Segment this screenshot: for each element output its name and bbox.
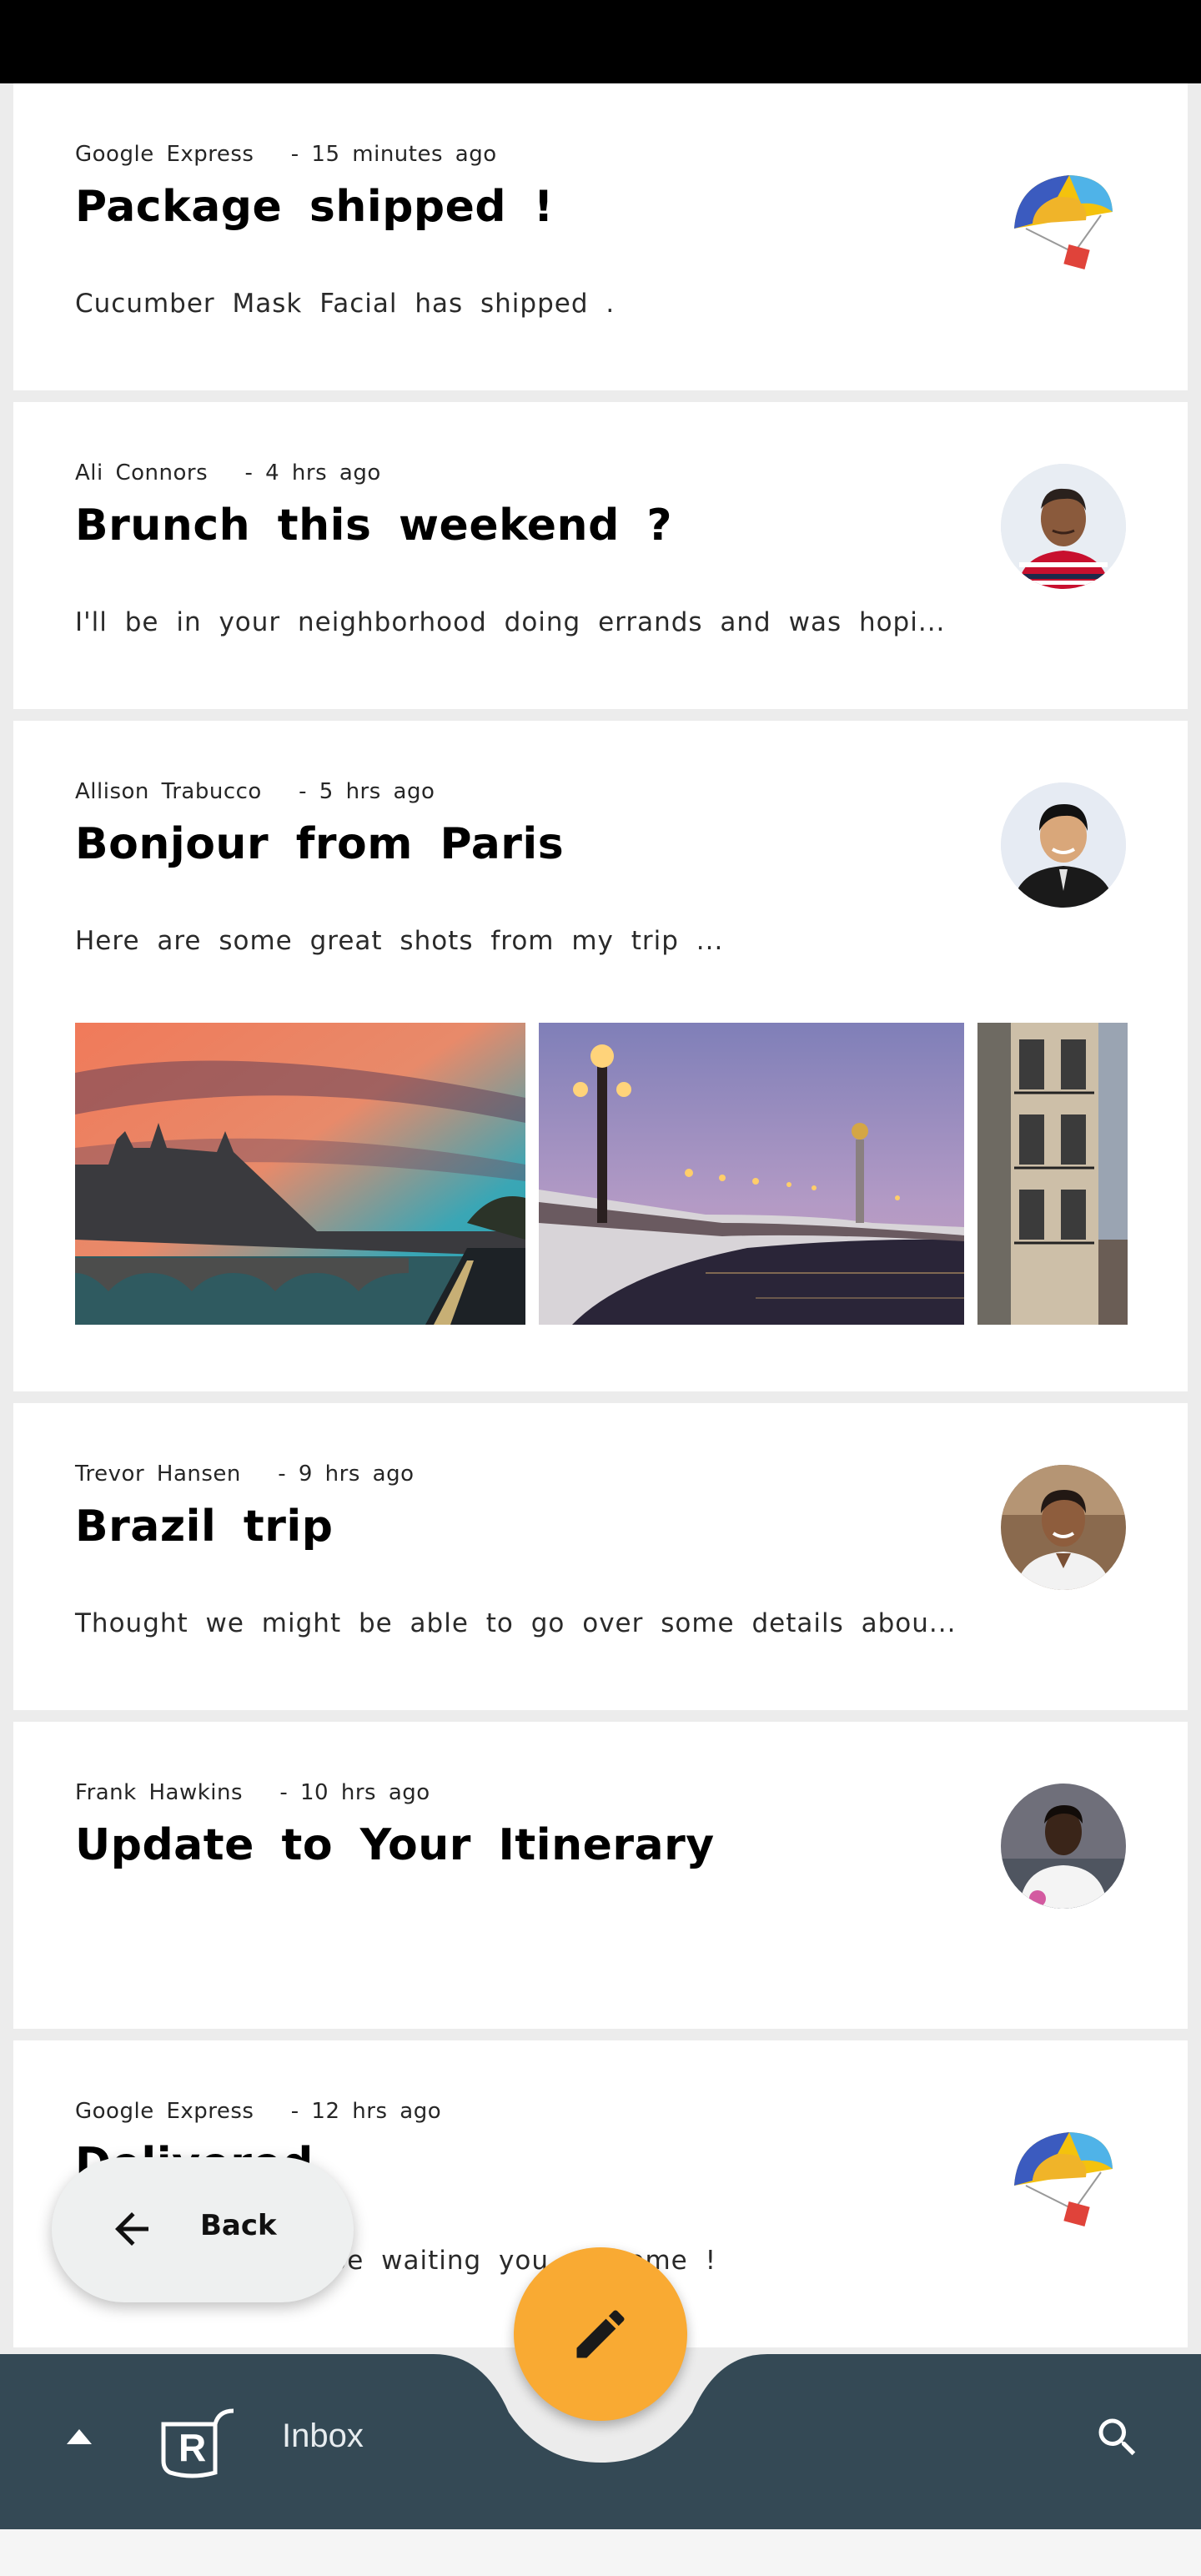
compose-button[interactable]	[514, 2247, 687, 2421]
email-meta: Allison Trabucco - 5 hrs ago	[75, 779, 435, 804]
frank-hawkins-avatar	[1001, 1784, 1126, 1909]
email-sender: Allison Trabucco	[75, 779, 262, 804]
allison-trabucco-avatar	[1001, 782, 1126, 908]
email-time: - 15 minutes ago	[290, 142, 497, 167]
email-card[interactable]: Trevor Hansen - 9 hrs ago Brazil trip Th…	[13, 1403, 1188, 1710]
status-bar	[0, 0, 1201, 83]
email-sender: Google Express	[75, 2099, 254, 2124]
email-preview: Here are some great shots from my trip .…	[75, 926, 724, 956]
email-preview: I'll be in your neighborhood doing erran…	[75, 607, 946, 637]
email-sender: Trevor Hansen	[75, 1462, 241, 1487]
paris-conciergerie-sunset-photo[interactable]	[75, 1023, 525, 1325]
email-meta: Frank Hawkins - 10 hrs ago	[75, 1780, 430, 1805]
pont-alexandre-iii-photo[interactable]	[539, 1023, 964, 1325]
email-sender: Ali Connors	[75, 460, 209, 486]
email-meta: Ali Connors - 4 hrs ago	[75, 460, 381, 486]
email-time: - 4 hrs ago	[244, 460, 381, 486]
email-subject: Package shipped !	[75, 182, 554, 232]
pencil-icon	[576, 2310, 625, 2358]
search-icon[interactable]	[1093, 2412, 1143, 2463]
email-time: - 5 hrs ago	[299, 779, 435, 804]
email-card[interactable]: Allison Trabucco - 5 hrs ago Bonjour fro…	[13, 721, 1188, 1391]
email-card[interactable]: Frank Hawkins - 10 hrs ago Update to You…	[13, 1722, 1188, 2029]
email-card[interactable]: Google Express - 15 minutes ago Package …	[13, 83, 1188, 390]
trevor-hansen-avatar	[1001, 1465, 1126, 1590]
email-subject: Update to Your Itinerary	[75, 1820, 715, 1870]
email-preview: Thought we might be able to go over some…	[75, 1608, 957, 1638]
email-subject: Bonjour from Paris	[75, 819, 565, 869]
email-time: - 9 hrs ago	[278, 1462, 415, 1487]
mailbox-title[interactable]: Inbox	[282, 2418, 364, 2455]
ali-connors-avatar	[1001, 464, 1126, 589]
email-preview: Cucumber Mask Facial has shipped .	[75, 289, 616, 319]
svg-text:R: R	[178, 2426, 206, 2469]
reply-logo-icon: R	[161, 2408, 234, 2478]
arrow-back-icon	[115, 2212, 148, 2246]
expand-drawer-icon[interactable]	[65, 2426, 93, 2446]
google-express-parachute-icon	[1001, 2114, 1126, 2239]
email-card[interactable]: Ali Connors - 4 hrs ago Brunch this week…	[13, 402, 1188, 709]
email-time: - 10 hrs ago	[279, 1780, 430, 1805]
email-subject: Brazil trip	[75, 1502, 334, 1552]
email-meta: Google Express - 12 hrs ago	[75, 2099, 441, 2124]
email-meta: Trevor Hansen - 9 hrs ago	[75, 1462, 414, 1487]
back-button[interactable]: Back	[52, 2157, 354, 2302]
system-navigation-bar	[0, 2529, 1201, 2576]
paris-street-building-photo[interactable]	[977, 1023, 1128, 1325]
email-time: - 12 hrs ago	[290, 2099, 442, 2124]
email-sender: Google Express	[75, 142, 254, 167]
email-subject: Brunch this weekend ?	[75, 501, 673, 551]
email-meta: Google Express - 15 minutes ago	[75, 142, 497, 167]
email-sender: Frank Hawkins	[75, 1780, 244, 1805]
back-button-label: Back	[200, 2209, 277, 2242]
google-express-parachute-icon	[1001, 157, 1126, 282]
